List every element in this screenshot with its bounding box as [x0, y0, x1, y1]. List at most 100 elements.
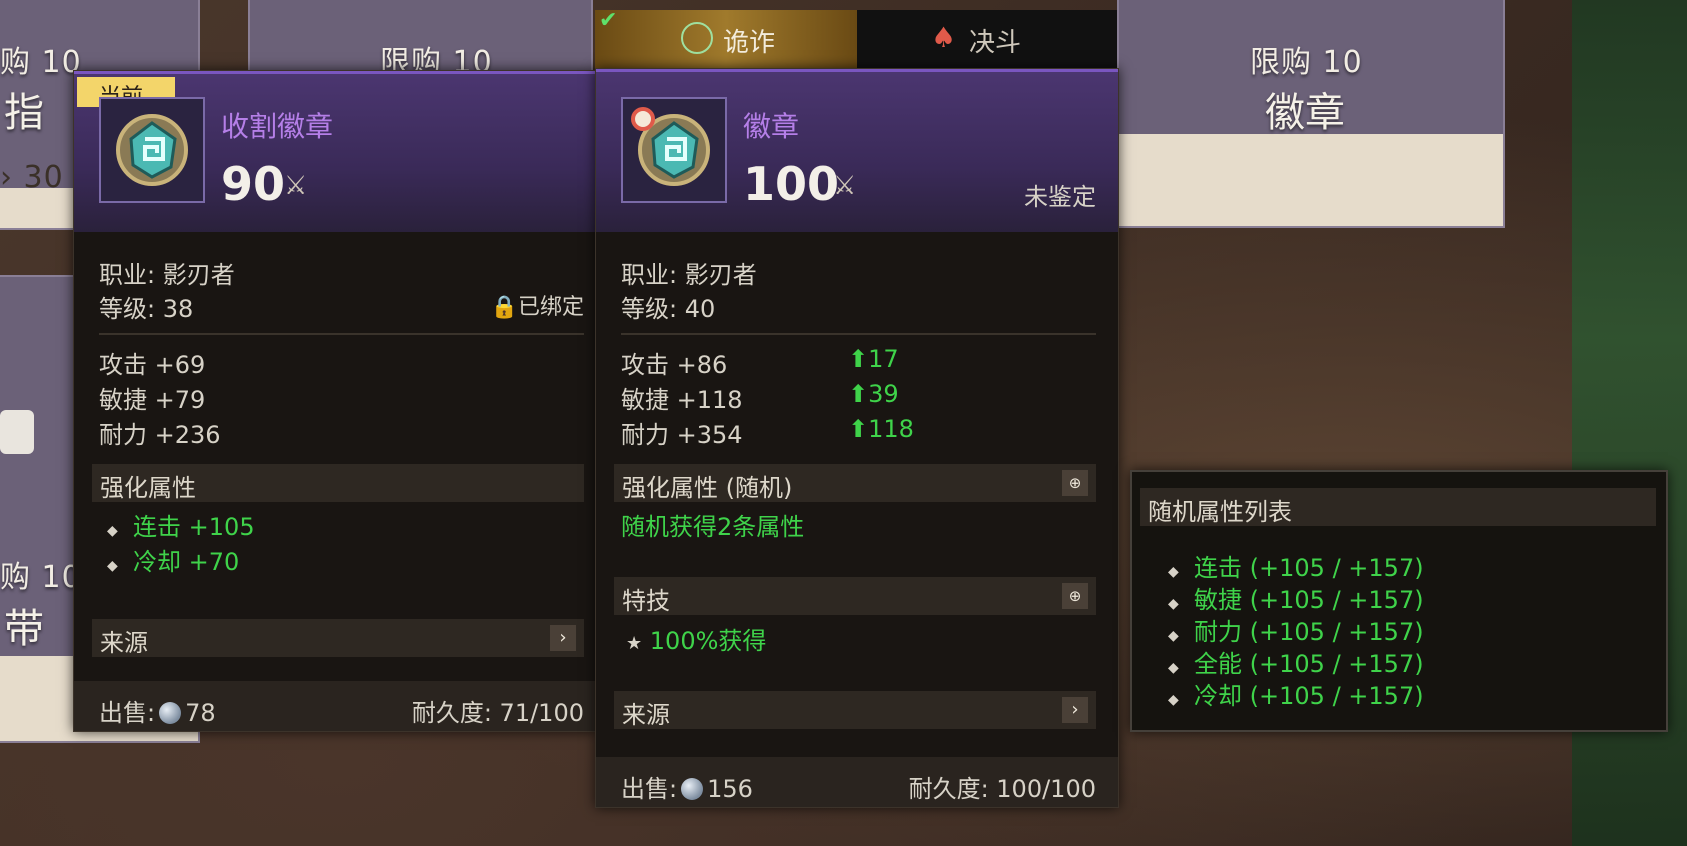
- current-item-tooltip: 当前 收割徽章 90 ⚔ 职业: 影刃者 等级: 38 🔒已绑定 攻击 +69 …: [73, 70, 597, 732]
- random-attr-line: ◆ 耐力 (+105 / +157): [1168, 612, 1424, 647]
- random-attr-line: ◆ 敏捷 (+105 / +157): [1168, 580, 1424, 615]
- tooltip-footer: 出售: 156 耐久度: 100/100: [596, 757, 1118, 807]
- diamond-bullet-icon: ◆: [1168, 596, 1179, 612]
- arrow-up-icon: ⬆: [848, 345, 869, 373]
- skill-desc: 100%获得: [649, 627, 767, 655]
- enhance-value: 连击 +105: [133, 513, 255, 541]
- tab-spec-duel[interactable]: ♠ 决斗: [857, 10, 1117, 68]
- unidentified-status: 未鉴定: [1024, 183, 1096, 211]
- stat-line: 敏捷 +118: [621, 386, 743, 414]
- random-attr-line: ◆ 连击 (+105 / +157): [1168, 548, 1424, 583]
- stat-line: 攻击 +86: [621, 351, 728, 379]
- sell-value: 156: [707, 775, 753, 803]
- diamond-bullet-icon: ◆: [1168, 660, 1179, 676]
- shop-item-title: 徽章: [1265, 90, 1345, 136]
- stat-line: 攻击 +69: [99, 351, 206, 379]
- arrow-up-icon: ⬆: [848, 415, 869, 443]
- skill-title: 特技: [622, 587, 670, 615]
- source-section[interactable]: 来源 ›: [614, 691, 1096, 729]
- durability: 耐久度: 71/100: [411, 699, 584, 727]
- stat-diff-value: 39: [868, 380, 899, 408]
- tab-label: 决斗: [969, 28, 1022, 58]
- skill-line: ★ 100%获得: [626, 621, 766, 656]
- stat-diff: ⬆39: [848, 380, 899, 408]
- arrow-up-icon: ⬆: [848, 380, 869, 408]
- diamond-bullet-icon: ◆: [107, 558, 118, 574]
- skill-section-header: 特技 ⊕: [614, 577, 1096, 615]
- shop-limit: 购 10: [0, 560, 82, 595]
- item-name: 徽章: [743, 110, 800, 143]
- source-title: 来源: [622, 701, 670, 729]
- shop-item-title: 指: [4, 90, 44, 136]
- enhance-section-header: 强化属性: [92, 464, 584, 502]
- random-attr-value: 敏捷 (+105 / +157): [1194, 586, 1424, 614]
- enhance-title: 强化属性: [100, 474, 196, 502]
- chevron-right-icon[interactable]: ›: [550, 625, 576, 651]
- shop-price-value: 30: [23, 160, 64, 195]
- item-score: 90: [221, 157, 286, 211]
- sell-label: 出售:: [99, 699, 156, 727]
- checkmark-icon: ✔: [599, 8, 618, 33]
- bound-label: 已绑定: [517, 295, 584, 320]
- enhance-title: 强化属性 (随机): [622, 474, 793, 502]
- tooltip-footer: 出售: 78 耐久度: 71/100: [74, 681, 596, 731]
- diamond-bullet-icon: ◆: [1168, 692, 1179, 708]
- sell-price: 出售: 156: [621, 769, 753, 804]
- lock-icon: [0, 410, 34, 454]
- enhance-desc: 随机获得2条属性: [621, 513, 805, 541]
- class-line: 职业: 影刃者: [621, 261, 757, 289]
- stat-line: 耐力 +354: [621, 421, 743, 449]
- random-attr-line: ◆ 全能 (+105 / +157): [1168, 644, 1424, 679]
- random-attr-value: 全能 (+105 / +157): [1194, 650, 1424, 678]
- sell-value: 78: [185, 699, 216, 727]
- enhance-value: 冷却 +70: [133, 548, 240, 576]
- stat-line: 敏捷 +79: [99, 386, 206, 414]
- level-line: 等级: 38: [99, 295, 194, 323]
- stat-diff: ⬆118: [848, 415, 914, 443]
- random-attr-value: 耐力 (+105 / +157): [1194, 618, 1424, 646]
- stat-diff-value: 118: [868, 415, 914, 443]
- shop-limit: 购 10: [0, 45, 82, 80]
- star-icon: ★: [626, 633, 643, 654]
- random-list-title: 随机属性列表: [1148, 498, 1292, 526]
- coin-icon: [159, 702, 182, 724]
- crossed-swords-icon: ⚔: [284, 171, 308, 201]
- new-item-tooltip: 徽章 100 ⚔ 未鉴定 职业: 影刃者 等级: 40 攻击 +86 敏捷 +1…: [595, 68, 1119, 808]
- chevron-right-icon[interactable]: ›: [1062, 697, 1088, 723]
- item-icon: [99, 97, 205, 203]
- random-attr-value: 冷却 (+105 / +157): [1194, 682, 1424, 710]
- bound-status: 🔒已绑定: [491, 289, 584, 321]
- enhance-line: ◆ 冷却 +70: [107, 542, 239, 577]
- enhance-line: ◆ 连击 +105: [107, 507, 255, 542]
- sell-label: 出售:: [621, 775, 678, 803]
- item-name: 收割徽章: [221, 110, 334, 143]
- spec-cunning-icon: [681, 22, 713, 54]
- tab-label: 诡诈: [723, 28, 776, 58]
- spec-duel-icon: ♠: [931, 21, 957, 54]
- zoom-icon[interactable]: ⊕: [1062, 583, 1088, 609]
- random-list-header: 随机属性列表: [1140, 488, 1656, 526]
- level-line: 等级: 40: [621, 295, 716, 323]
- random-attribute-list-panel: 随机属性列表 ◆ 连击 (+105 / +157) ◆ 敏捷 (+105 / +…: [1130, 470, 1668, 732]
- shop-item-title: 带: [4, 606, 44, 652]
- source-section[interactable]: 来源 ›: [92, 619, 584, 657]
- durability: 耐久度: 100/100: [908, 775, 1096, 803]
- stat-diff-value: 17: [868, 345, 899, 373]
- lock-icon: 🔒: [490, 295, 518, 320]
- spec-tab-bar: ✔ 诡诈 ♠ 决斗: [595, 8, 1117, 68]
- shop-limit: 限购 10: [1250, 45, 1363, 80]
- random-attr-value: 连击 (+105 / +157): [1194, 554, 1424, 582]
- zoom-icon[interactable]: ⊕: [1062, 470, 1088, 496]
- diamond-bullet-icon: ◆: [1168, 628, 1179, 644]
- crossed-swords-icon: ⚔: [833, 171, 857, 201]
- enhance-section-header: 强化属性 (随机) ⊕: [614, 464, 1096, 502]
- item-icon: [621, 97, 727, 203]
- coin-icon: [681, 778, 704, 800]
- source-title: 来源: [100, 629, 148, 657]
- diamond-bullet-icon: ◆: [107, 523, 118, 539]
- diamond-bullet-icon: ◆: [1168, 564, 1179, 580]
- tab-spec-cunning[interactable]: ✔ 诡诈: [595, 8, 857, 68]
- sell-price: 出售: 78: [99, 693, 216, 728]
- stat-line: 耐力 +236: [99, 421, 221, 449]
- shop-price: › 30: [0, 160, 64, 195]
